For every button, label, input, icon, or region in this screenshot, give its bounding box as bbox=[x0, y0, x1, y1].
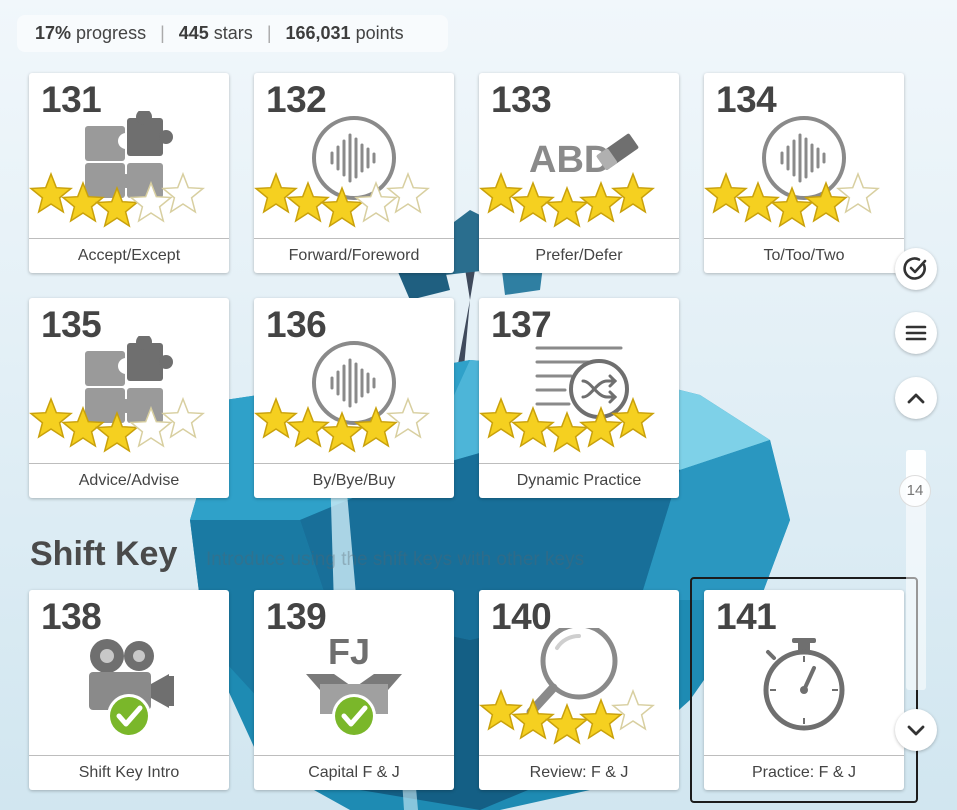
star-empty-icon bbox=[161, 171, 205, 214]
chevron-down-icon bbox=[907, 725, 925, 736]
star-filled-icon bbox=[479, 688, 523, 731]
star-empty-icon bbox=[386, 396, 430, 439]
star-filled-icon bbox=[545, 410, 589, 453]
star-filled-icon bbox=[320, 410, 364, 453]
video-camera-icon bbox=[89, 639, 174, 738]
star-filled-icon bbox=[770, 185, 814, 228]
lesson-card-131[interactable]: 131 Accept/Except bbox=[29, 73, 229, 273]
lesson-card-137[interactable]: 137 Dynamic Practice bbox=[479, 298, 679, 498]
lesson-label: Prefer/Defer bbox=[479, 238, 679, 273]
star-filled-icon bbox=[545, 702, 589, 745]
lesson-label: Shift Key Intro bbox=[29, 755, 229, 790]
star-empty-icon bbox=[386, 171, 430, 214]
lesson-card-138[interactable]: 138 Shift Key Intro bbox=[29, 590, 229, 790]
lesson-label: Capital F & J bbox=[254, 755, 454, 790]
lesson-card-132[interactable]: 132 Forward/Foreword bbox=[254, 73, 454, 273]
star-filled-icon bbox=[29, 171, 73, 214]
stars-value: 445 bbox=[178, 23, 209, 43]
points-label: points bbox=[355, 23, 404, 43]
progress-value: 17% bbox=[35, 23, 72, 43]
scroll-level-indicator: 14 bbox=[899, 475, 931, 507]
points-stat: 166,031 points bbox=[286, 23, 404, 44]
progress-stat: 17% progress bbox=[35, 23, 146, 44]
lesson-label: Review: F & J bbox=[479, 755, 679, 790]
abc-eraser-icon: ABD bbox=[479, 133, 655, 228]
section-subtitle: Introduce using the shift keys with othe… bbox=[206, 549, 585, 570]
lesson-label: By/Bye/Buy bbox=[254, 463, 454, 498]
magnifier-icon bbox=[479, 628, 655, 745]
lesson-label: Practice: F & J bbox=[704, 755, 904, 790]
lesson-card-139[interactable]: 139 FJ Capital F & J bbox=[254, 590, 454, 790]
star-empty-icon bbox=[836, 171, 880, 214]
points-value: 166,031 bbox=[285, 23, 351, 43]
lesson-card-136[interactable]: 136 By/Bye/Buy bbox=[254, 298, 454, 498]
stat-separator: | bbox=[266, 23, 272, 43]
lesson-label: Forward/Foreword bbox=[254, 238, 454, 273]
star-empty-icon bbox=[161, 396, 205, 439]
scroll-down-button[interactable] bbox=[895, 709, 937, 751]
lesson-card-135[interactable]: 135 Advice/Advise bbox=[29, 298, 229, 498]
star-filled-icon bbox=[320, 185, 364, 228]
stars-label: stars bbox=[213, 23, 253, 43]
lesson-label: To/Too/Two bbox=[704, 238, 904, 273]
progress-label: progress bbox=[76, 23, 147, 43]
chevron-up-icon bbox=[907, 393, 925, 404]
hamburger-menu-icon bbox=[905, 325, 927, 341]
sound-wave-icon bbox=[254, 341, 430, 453]
lesson-label: Accept/Except bbox=[29, 238, 229, 273]
lesson-card-134[interactable]: 134 To/Too/Two bbox=[704, 73, 904, 273]
stat-separator: | bbox=[160, 23, 165, 43]
lesson-card-140[interactable]: 140 Review: F & J bbox=[479, 590, 679, 790]
shuffle-list-icon bbox=[479, 346, 655, 453]
icon-text: FJ bbox=[328, 631, 370, 672]
lesson-label: Advice/Advise bbox=[29, 463, 229, 498]
stats-bar: 17% progress | 445 stars | 166,031 points bbox=[17, 15, 448, 52]
menu-button[interactable] bbox=[895, 312, 937, 354]
star-filled-icon bbox=[545, 185, 589, 228]
stars-stat: 445 stars bbox=[179, 23, 253, 44]
puzzle-icon bbox=[29, 111, 205, 228]
open-box-icon: FJ bbox=[306, 631, 402, 738]
star-filled-icon bbox=[479, 396, 523, 439]
scroll-up-button[interactable] bbox=[895, 377, 937, 419]
star-empty-icon bbox=[611, 688, 655, 731]
check-badge-icon bbox=[107, 694, 151, 738]
lesson-label: Dynamic Practice bbox=[479, 463, 679, 498]
star-filled-icon bbox=[611, 171, 655, 214]
star-filled-icon bbox=[254, 396, 298, 439]
sound-wave-icon bbox=[254, 116, 430, 228]
check-badge-icon bbox=[332, 694, 376, 738]
section-title: Shift Key bbox=[30, 535, 178, 573]
star-filled-icon bbox=[479, 171, 523, 214]
lesson-card-141[interactable]: 141 Practice: F & J bbox=[704, 590, 904, 790]
stopwatch-icon bbox=[763, 638, 845, 731]
lesson-card-133[interactable]: 133 ABD Prefer/Defer bbox=[479, 73, 679, 273]
puzzle-icon bbox=[29, 336, 205, 453]
star-filled-icon bbox=[254, 171, 298, 214]
star-filled-icon bbox=[704, 171, 748, 214]
star-filled-icon bbox=[29, 396, 73, 439]
check-progress-button[interactable] bbox=[895, 248, 937, 290]
sound-wave-icon bbox=[704, 116, 880, 228]
check-circle-icon bbox=[903, 257, 927, 280]
